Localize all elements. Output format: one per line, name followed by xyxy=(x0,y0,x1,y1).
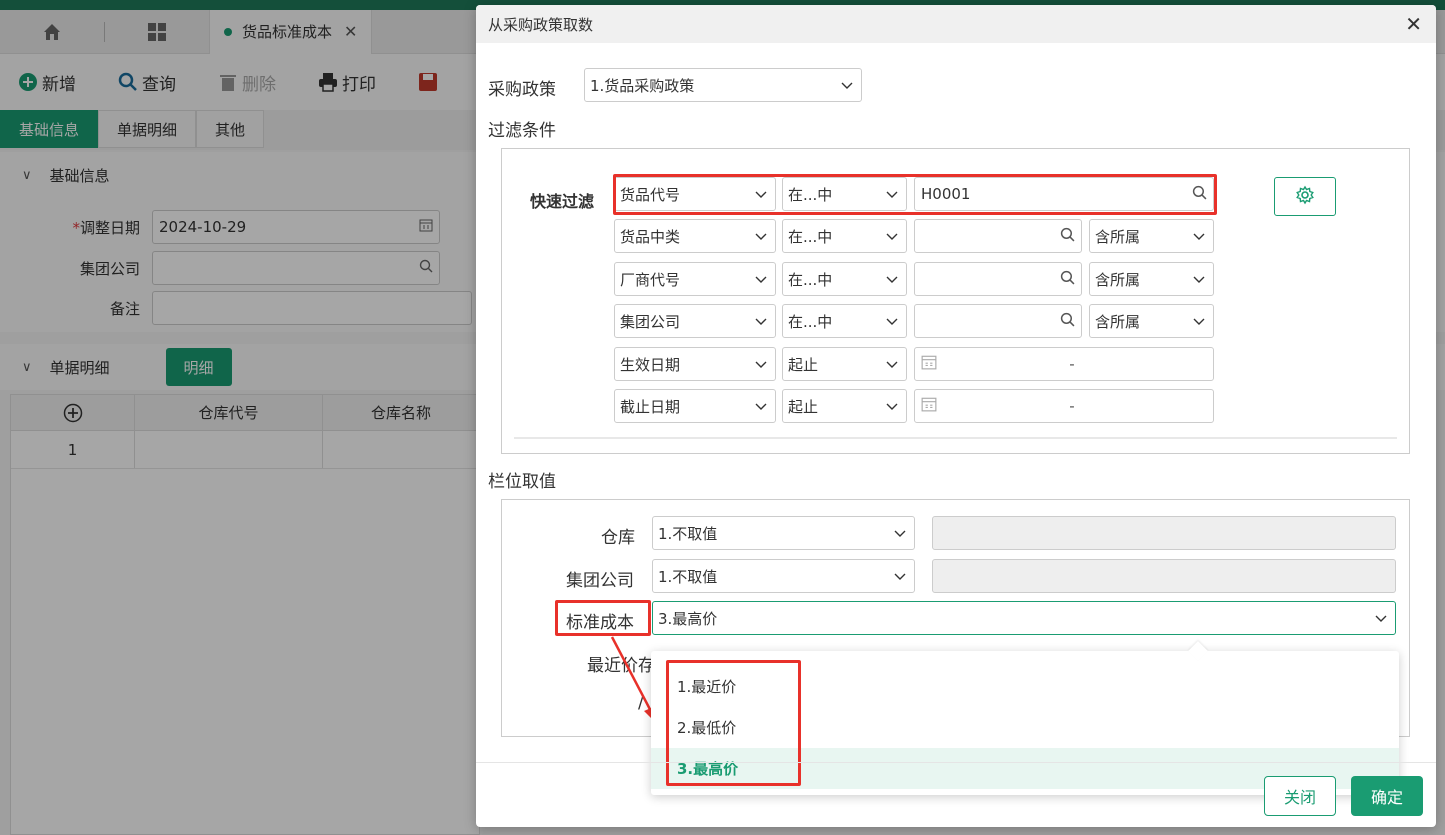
chevron-down-icon xyxy=(1193,273,1205,285)
close-button[interactable]: 关闭 xyxy=(1264,776,1336,816)
chevron-down-icon xyxy=(886,273,898,285)
filter-value-text: H0001 xyxy=(921,185,971,203)
confirm-button[interactable]: 确定 xyxy=(1351,776,1423,816)
chevron-down-icon xyxy=(1193,230,1205,242)
chevron-down-icon xyxy=(755,358,767,370)
chevron-down-icon xyxy=(894,570,906,582)
filter-op-value: 在...中 xyxy=(788,227,833,246)
warehouse-select[interactable]: 1.不取值 xyxy=(652,516,915,550)
date-range-separator: - xyxy=(1069,397,1075,415)
date-range-input[interactable]: - xyxy=(914,347,1214,381)
filter-op-value: 在...中 xyxy=(788,185,833,204)
search-icon[interactable] xyxy=(1060,312,1075,331)
filter-field-select[interactable]: 货品代号 xyxy=(614,177,776,211)
chevron-down-icon xyxy=(894,527,906,539)
dropdown-option[interactable]: 1.最近价 xyxy=(651,666,1399,707)
filter-op-value: 起止 xyxy=(788,355,819,374)
group-company-select[interactable]: 1.不取值 xyxy=(652,559,915,593)
chevron-down-icon xyxy=(886,230,898,242)
group-company-label: 集团公司 xyxy=(566,571,634,591)
filter-field-value: 厂商代号 xyxy=(620,270,681,289)
calendar-icon xyxy=(921,354,937,374)
filter-field-value: 集团公司 xyxy=(620,312,681,331)
chevron-down-icon xyxy=(755,400,767,412)
filter-op-value: 在...中 xyxy=(788,312,833,331)
chevron-down-icon xyxy=(755,315,767,327)
standard-cost-value: 3.最高价 xyxy=(658,609,718,628)
filter-field-value: 货品代号 xyxy=(620,185,681,204)
filter-scope-select[interactable]: 含所属 xyxy=(1089,219,1214,253)
chevron-down-icon xyxy=(755,230,767,242)
filter-settings-button[interactable] xyxy=(1274,177,1336,216)
fetch-from-policy-dialog: 从采购政策取数 ✕ 采购政策 1.货品采购政策 过滤条件 快速过滤 货品代号 在… xyxy=(476,5,1436,827)
filter-op-value: 起止 xyxy=(788,397,819,416)
chevron-down-icon xyxy=(886,400,898,412)
filter-field-select[interactable]: 截止日期 xyxy=(614,389,776,423)
filter-op-value: 在...中 xyxy=(788,270,833,289)
chevron-down-icon xyxy=(755,188,767,200)
chevron-down-icon xyxy=(886,358,898,370)
filter-op-select[interactable]: 在...中 xyxy=(782,304,907,338)
policy-select[interactable]: 1.货品采购政策 xyxy=(584,68,862,102)
search-icon[interactable] xyxy=(1192,185,1207,204)
dialog-title: 从采购政策取数 xyxy=(488,15,594,34)
filter-section-title: 过滤条件 xyxy=(488,121,556,141)
date-range-input[interactable]: - xyxy=(914,389,1214,423)
chevron-down-icon xyxy=(1193,315,1205,327)
filter-scope-select[interactable]: 含所属 xyxy=(1089,304,1214,338)
filter-field-select[interactable]: 货品中类 xyxy=(614,219,776,253)
filter-op-select[interactable]: 在...中 xyxy=(782,219,907,253)
filter-scope-value: 含所属 xyxy=(1095,227,1141,246)
filter-value-input[interactable] xyxy=(914,219,1082,253)
filter-field-select[interactable]: 集团公司 xyxy=(614,304,776,338)
search-icon[interactable] xyxy=(1060,270,1075,289)
filter-value-input[interactable] xyxy=(914,262,1082,296)
standard-cost-label: 标准成本 xyxy=(566,613,634,633)
filter-field-select[interactable]: 厂商代号 xyxy=(614,262,776,296)
warehouse-value: 1.不取值 xyxy=(658,524,718,543)
group-company-value: 1.不取值 xyxy=(658,567,718,586)
chevron-down-icon xyxy=(755,273,767,285)
filter-field-select[interactable]: 生效日期 xyxy=(614,347,776,381)
chevron-down-icon xyxy=(886,188,898,200)
filter-field-value: 截止日期 xyxy=(620,397,681,416)
filter-scope-select[interactable]: 含所属 xyxy=(1089,262,1214,296)
filter-op-select[interactable]: 起止 xyxy=(782,347,907,381)
footer-divider xyxy=(476,762,1436,763)
policy-value: 1.货品采购政策 xyxy=(590,76,695,95)
filter-divider xyxy=(514,437,1397,439)
chevron-down-icon xyxy=(1375,612,1387,624)
chevron-down-icon xyxy=(841,79,853,91)
filter-op-select[interactable]: 在...中 xyxy=(782,262,907,296)
search-icon[interactable] xyxy=(1060,227,1075,246)
warehouse-label: 仓库 xyxy=(601,528,635,548)
calendar-icon xyxy=(921,396,937,416)
warehouse-extra-field xyxy=(932,516,1396,550)
group-company-extra-field xyxy=(932,559,1396,593)
date-range-separator: - xyxy=(1069,355,1075,373)
filter-value-input[interactable]: H0001 xyxy=(914,177,1214,211)
filter-scope-value: 含所属 xyxy=(1095,270,1141,289)
dialog-header: 从采购政策取数 ✕ xyxy=(476,5,1436,43)
standard-cost-dropdown: 1.最近价 2.最低价 3.最高价 xyxy=(651,641,1399,795)
filter-field-value: 生效日期 xyxy=(620,355,681,374)
filter-value-input[interactable] xyxy=(914,304,1082,338)
close-icon[interactable]: ✕ xyxy=(1405,12,1422,36)
dropdown-option[interactable]: 2.最低价 xyxy=(651,707,1399,748)
filter-scope-value: 含所属 xyxy=(1095,312,1141,331)
chevron-down-icon xyxy=(886,315,898,327)
column-section-title: 栏位取值 xyxy=(488,472,556,492)
quick-filter-label: 快速过滤 xyxy=(530,192,595,211)
gear-icon xyxy=(1295,185,1315,209)
filter-op-select[interactable]: 在...中 xyxy=(782,177,907,211)
filter-op-select[interactable]: 起止 xyxy=(782,389,907,423)
standard-cost-select[interactable]: 3.最高价 xyxy=(652,601,1396,635)
policy-label: 采购政策 xyxy=(488,80,556,100)
filter-field-value: 货品中类 xyxy=(620,227,681,246)
